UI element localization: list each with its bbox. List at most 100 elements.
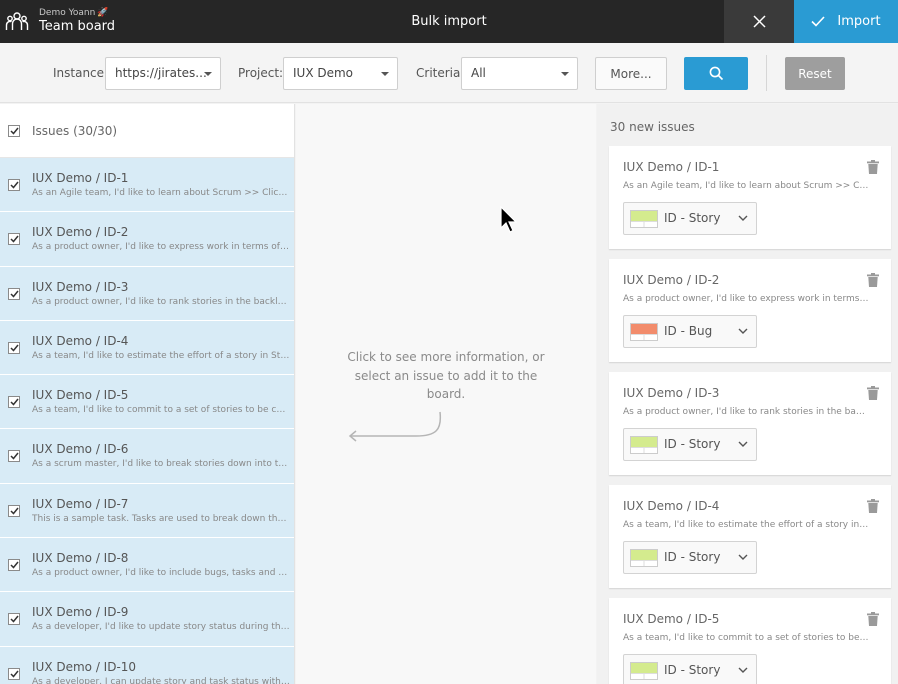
- issue-type-select[interactable]: ID - Story: [623, 541, 757, 574]
- import-label: Import: [837, 14, 881, 29]
- import-button[interactable]: Import: [794, 0, 898, 43]
- check-icon: [9, 235, 19, 243]
- project-value: IUX Demo: [293, 66, 354, 80]
- mouse-cursor-icon: [500, 206, 518, 233]
- issue-title: IUX Demo / ID-5: [32, 388, 129, 403]
- issue-checkbox[interactable]: [8, 179, 20, 191]
- chevron-down-icon: [738, 215, 748, 221]
- instance-select[interactable]: https://jirates...: [105, 57, 221, 90]
- issue-description: As a team, I'd like to estimate the effo…: [32, 350, 290, 361]
- check-icon: [9, 507, 19, 515]
- check-icon: [9, 181, 19, 189]
- card-title: IUX Demo / ID-1: [623, 160, 720, 174]
- issue-checkbox[interactable]: [8, 613, 20, 626]
- issue-description: As a product owner, I'd like to include …: [32, 568, 290, 579]
- chevron-down-icon: [738, 667, 748, 673]
- check-icon: [9, 453, 19, 461]
- issue-type-label: ID - Story: [664, 437, 721, 451]
- type-color-icon: [630, 210, 658, 228]
- issue-title: IUX Demo / ID-6: [32, 442, 129, 457]
- trash-icon[interactable]: [867, 273, 879, 287]
- issue-row[interactable]: IUX Demo / ID-5 As a team, I'd like to co…: [0, 375, 294, 430]
- chevron-down-icon: [738, 554, 748, 560]
- issue-checkbox[interactable]: [8, 233, 20, 246]
- type-color-icon: [630, 436, 658, 454]
- issue-checkbox[interactable]: [8, 667, 20, 680]
- issue-type-label: ID - Story: [664, 211, 721, 225]
- trash-icon[interactable]: [867, 386, 879, 400]
- issue-type-select[interactable]: ID - Bug: [623, 315, 757, 348]
- card-description: As a product owner, I'd like to express …: [623, 294, 869, 304]
- more-label: More...: [610, 66, 652, 81]
- issue-checkbox[interactable]: [8, 396, 20, 409]
- issue-row[interactable]: IUX Demo / ID-2 As a product owner, I'd l…: [0, 212, 294, 267]
- issue-title: IUX Demo / ID-9: [32, 605, 129, 620]
- details-panel[interactable]: Click to see more information, or select…: [296, 104, 596, 684]
- search-button[interactable]: [684, 57, 748, 90]
- issue-title: IUX Demo / ID-10: [32, 659, 137, 674]
- trash-icon[interactable]: [867, 160, 879, 174]
- search-icon: [709, 66, 723, 81]
- arrow-left-icon: [348, 411, 442, 442]
- project-select[interactable]: IUX Demo: [283, 57, 398, 90]
- divider: [766, 55, 767, 91]
- caret-down-icon: [204, 72, 212, 76]
- check-icon: [811, 16, 826, 27]
- issue-description: As a product owner, I'd like to express …: [32, 242, 290, 253]
- issue-type-label: ID - Story: [664, 550, 721, 564]
- issue-checkbox[interactable]: [8, 450, 20, 463]
- type-color-icon: [630, 323, 658, 341]
- issue-type-select[interactable]: ID - Story: [623, 654, 757, 684]
- issue-row[interactable]: IUX Demo / ID-6 As a scrum master, I'd li…: [0, 429, 294, 484]
- reset-button[interactable]: Reset: [785, 57, 845, 90]
- issue-title: IUX Demo / ID-3: [32, 279, 129, 294]
- new-issues-count: 30 new issues: [610, 120, 695, 134]
- card-title: IUX Demo / ID-4: [623, 499, 720, 513]
- trash-icon[interactable]: [867, 499, 879, 513]
- issue-description: This is a sample task. Tasks are used to…: [32, 513, 290, 524]
- issue-type-select[interactable]: ID - Story: [623, 202, 757, 235]
- trash-icon[interactable]: [867, 612, 879, 626]
- issue-checkbox[interactable]: [8, 559, 20, 572]
- issue-row[interactable]: IUX Demo / ID-4 As a team, I'd like to es…: [0, 320, 294, 376]
- close-button[interactable]: [724, 0, 794, 43]
- issue-type-select[interactable]: ID - Story: [623, 428, 757, 461]
- issue-description: As a developer, I can update story and t…: [32, 676, 290, 684]
- issue-row[interactable]: IUX Demo / ID-9 As a developer, I'd like …: [0, 592, 294, 647]
- issue-type-label: ID - Story: [664, 663, 721, 677]
- new-issue-card[interactable]: IUX Demo / ID-4 As a team, I'd like to es…: [609, 485, 891, 588]
- instance-value: https://jirates...: [115, 66, 207, 80]
- issue-row[interactable]: IUX Demo / ID-1 As an Agile team, I'd lik…: [0, 158, 294, 213]
- issues-count-label: Issues (30/30): [32, 123, 118, 138]
- new-issue-card[interactable]: IUX Demo / ID-1 As an Agile team, I'd lik…: [609, 146, 891, 249]
- issue-title: IUX Demo / ID-7: [32, 496, 129, 511]
- criteria-select[interactable]: All: [461, 57, 578, 90]
- check-icon: [9, 290, 19, 298]
- issue-checkbox[interactable]: [8, 504, 20, 517]
- issues-list-panel: Issues (30/30) IUX Demo / ID-1 As an Agil…: [0, 104, 295, 684]
- issue-checkbox[interactable]: [8, 287, 20, 300]
- issue-row[interactable]: IUX Demo / ID-8 As a product owner, I'd l…: [0, 538, 294, 593]
- more-filters-button[interactable]: More...: [595, 57, 667, 90]
- issue-type-label: ID - Bug: [664, 324, 713, 338]
- chevron-down-icon: [738, 328, 748, 334]
- issue-row[interactable]: IUX Demo / ID-7 This is a sample task. Ta…: [0, 483, 294, 539]
- team-icon: [5, 11, 29, 30]
- new-issue-card[interactable]: IUX Demo / ID-3 As a product owner, I'd l…: [609, 372, 891, 475]
- issue-checkbox[interactable]: [8, 341, 20, 354]
- issue-description: As a product owner, I'd like to rank sto…: [32, 296, 290, 307]
- user-name: Demo Yoann 🚀: [39, 7, 109, 18]
- new-issue-card[interactable]: IUX Demo / ID-2 As a product owner, I'd l…: [609, 259, 891, 362]
- issue-row[interactable]: IUX Demo / ID-10 As a developer, I can up…: [0, 646, 294, 684]
- project-label: Project:: [238, 66, 284, 80]
- filter-bar: Instance: https://jirates... Project: IU…: [0, 43, 898, 103]
- new-issue-card[interactable]: IUX Demo / ID-5 As a team, I'd like to co…: [609, 598, 891, 684]
- issue-title: IUX Demo / ID-1: [32, 171, 129, 185]
- select-all-checkbox[interactable]: [8, 124, 20, 137]
- board-switcher[interactable]: Demo Yoann 🚀 Team board: [5, 0, 115, 43]
- card-description: As an Agile team, I'd like to learn abou…: [623, 181, 869, 191]
- check-icon: [9, 344, 19, 352]
- issue-row[interactable]: IUX Demo / ID-3 As a product owner, I'd l…: [0, 266, 294, 321]
- board-name: Team board: [39, 19, 116, 35]
- caret-down-icon: [561, 72, 569, 76]
